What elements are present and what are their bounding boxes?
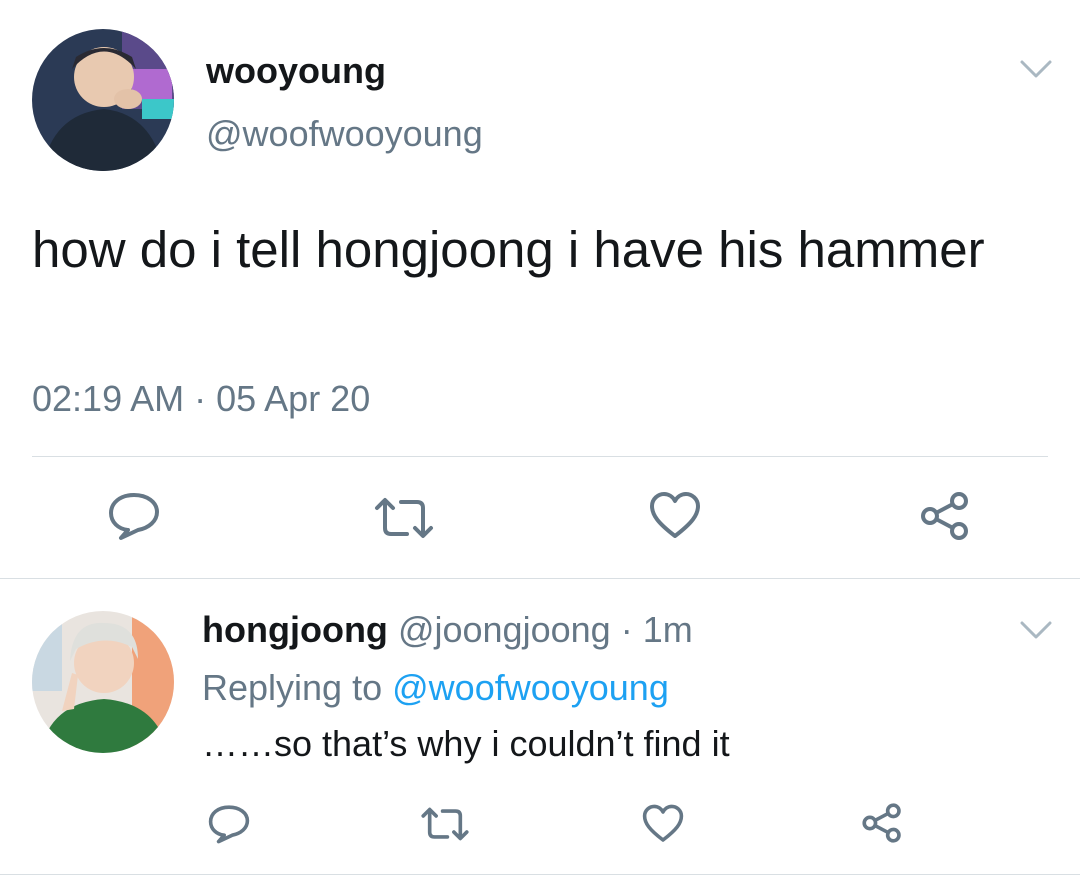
divider bbox=[32, 456, 1048, 457]
share-icon[interactable] bbox=[860, 802, 904, 844]
replying-to-line: Replying to @woofwooyoung bbox=[202, 667, 669, 709]
reply-icon[interactable] bbox=[107, 491, 161, 541]
replying-to-prefix: Replying to bbox=[202, 667, 383, 708]
reply-icon[interactable] bbox=[207, 804, 251, 844]
chevron-down-icon[interactable] bbox=[1018, 56, 1054, 82]
author-name[interactable]: wooyoung bbox=[206, 50, 386, 92]
retweet-icon[interactable] bbox=[373, 496, 435, 540]
author-handle[interactable]: @woofwooyoung bbox=[206, 113, 483, 155]
divider bbox=[0, 578, 1080, 579]
reply-author-avatar[interactable] bbox=[32, 611, 174, 753]
retweet-icon[interactable] bbox=[420, 806, 470, 842]
replying-to-link[interactable]: @woofwooyoung bbox=[392, 667, 669, 708]
heart-icon[interactable] bbox=[648, 491, 702, 541]
reply-age: 1m bbox=[642, 609, 693, 650]
meta-separator: · bbox=[620, 609, 633, 650]
reply-header: hongjoong @joongjoong · 1m bbox=[202, 609, 693, 651]
reply-author-name[interactable]: hongjoong bbox=[202, 609, 388, 650]
reply-author-handle[interactable]: @joongjoong bbox=[398, 609, 611, 650]
chevron-down-icon[interactable] bbox=[1018, 617, 1054, 643]
author-avatar[interactable] bbox=[32, 29, 174, 171]
tweet-text: how do i tell hongjoong i have his hamme… bbox=[32, 221, 985, 278]
divider bbox=[0, 874, 1080, 875]
reply-text: ……so that’s why i couldn’t find it bbox=[202, 723, 730, 764]
share-icon[interactable] bbox=[918, 490, 972, 542]
tweet-timestamp: 02:19 AM · 05 Apr 20 bbox=[32, 378, 371, 419]
heart-icon[interactable] bbox=[641, 804, 685, 844]
